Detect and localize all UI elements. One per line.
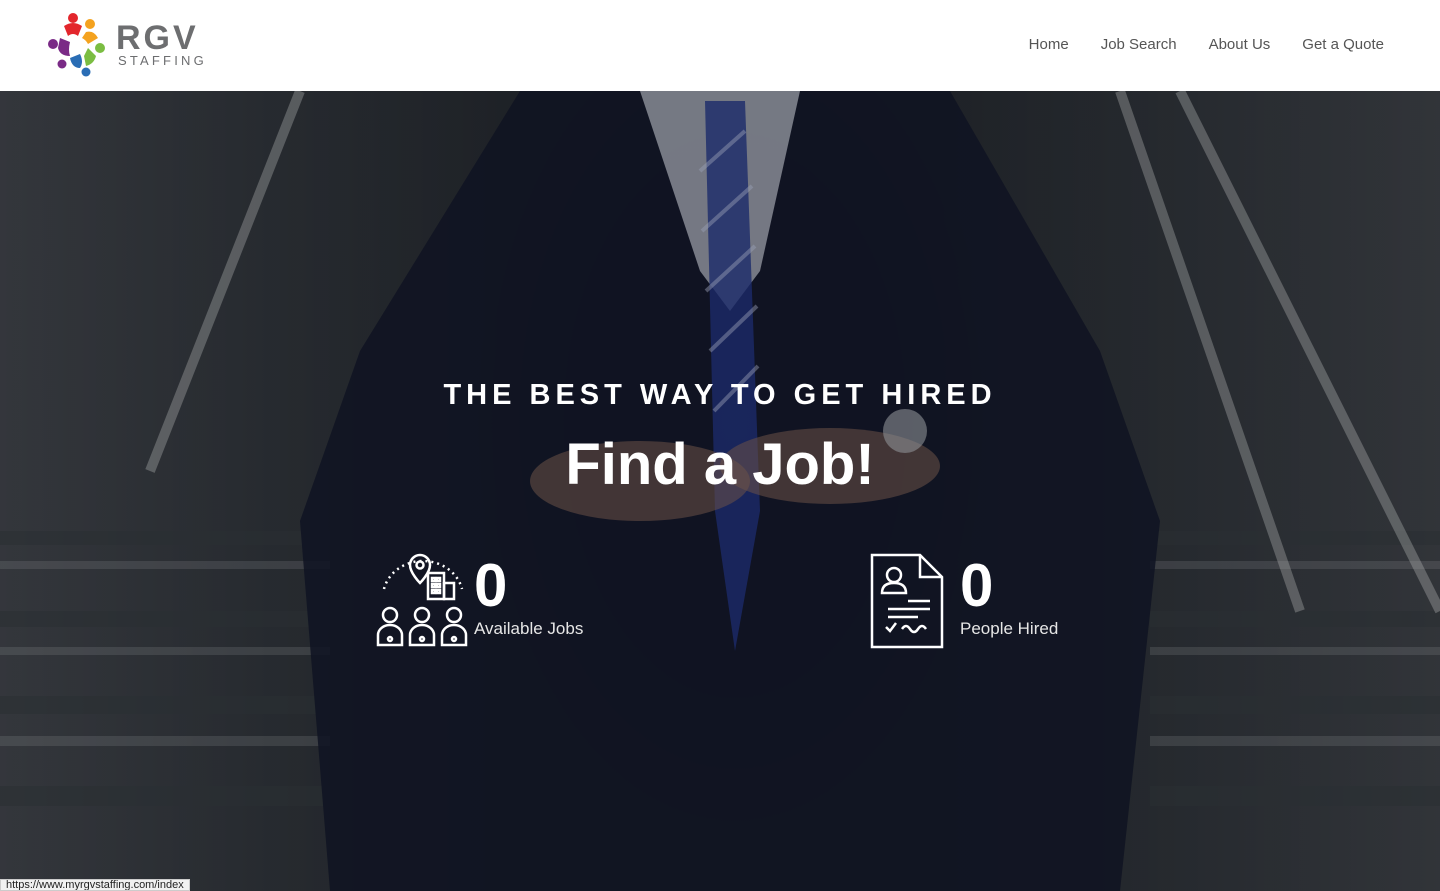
nav-about-us-link[interactable]: About Us (1209, 36, 1271, 53)
available-jobs-label: Available Jobs (474, 619, 584, 638)
browser-status-url: https://www.myrgvstaffing.com/index (0, 879, 190, 891)
hero-section: THE BEST WAY TO GET HIRED Find a Job! 0 … (0, 91, 1440, 891)
site-header: RGV STAFFING Home Job Search About Us Ge… (0, 0, 1440, 91)
hero-headline: Find a Job! (565, 432, 875, 497)
people-hired-count: 0 (960, 552, 994, 619)
nav-job-search-link[interactable]: Job Search (1101, 36, 1177, 53)
main-nav: Home Job Search About Us Get a Quote (1029, 36, 1384, 53)
hero-content: THE BEST WAY TO GET HIRED Find a Job! 0 … (0, 91, 1440, 891)
brand-logo[interactable]: RGV STAFFING (48, 12, 218, 78)
people-hired-label: People Hired (960, 619, 1059, 638)
nav-home-link[interactable]: Home (1029, 36, 1069, 53)
stat-available-jobs: 0 Available Jobs (376, 553, 583, 649)
resume-document-icon (870, 553, 944, 649)
logo-subtitle: STAFFING (118, 53, 207, 68)
stat-people-hired: 0 People Hired (868, 553, 1058, 649)
available-jobs-count: 0 (474, 552, 508, 619)
logo-people-ring-icon (48, 13, 105, 77)
nav-get-a-quote-link[interactable]: Get a Quote (1302, 36, 1384, 53)
hero-tagline: THE BEST WAY TO GET HIRED (443, 379, 997, 411)
logo-wordmark: RGV (116, 19, 199, 57)
job-location-people-icon (376, 553, 468, 647)
